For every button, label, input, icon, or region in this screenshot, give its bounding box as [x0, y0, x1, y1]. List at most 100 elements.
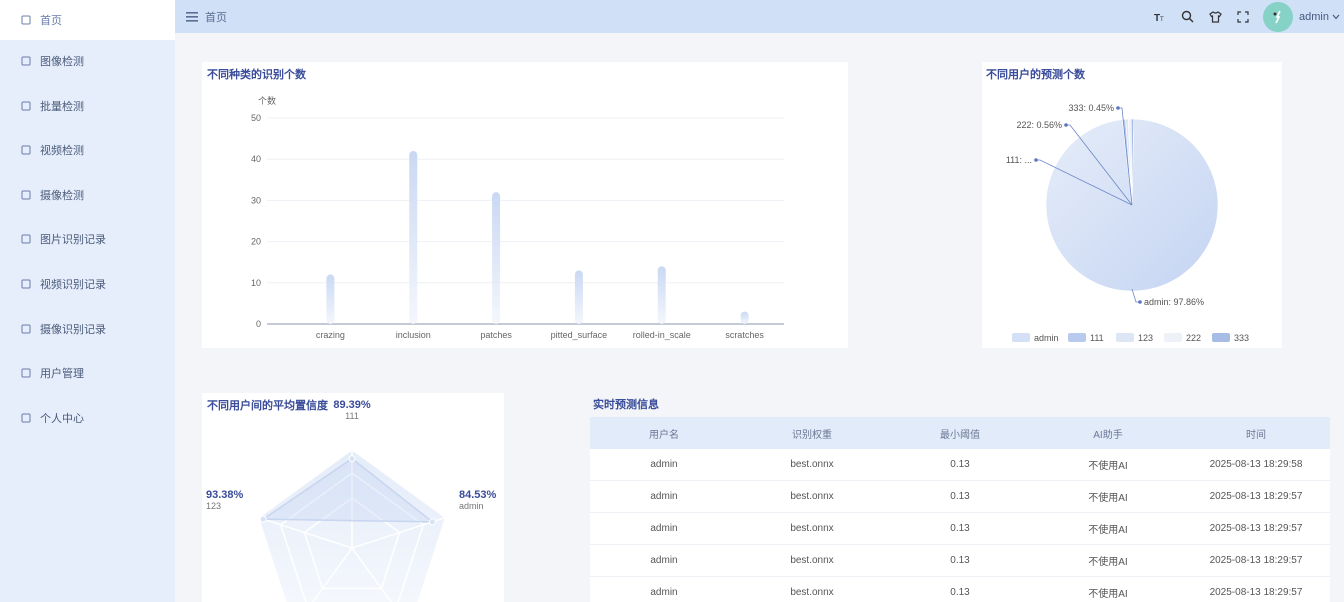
batch-icon — [20, 100, 32, 112]
table-header-cell[interactable]: 时间 — [1182, 426, 1330, 441]
table-cell: admin — [650, 459, 678, 470]
menu-toggle-icon[interactable] — [185, 10, 199, 24]
svg-text:T: T — [1160, 17, 1164, 23]
camera-record-icon — [20, 323, 32, 335]
sidebar-item-8[interactable]: 用户管理 — [0, 353, 175, 393]
legend-label[interactable]: 111 — [1090, 333, 1104, 343]
pie-leader-dot — [1138, 300, 1142, 304]
sidebar-item-label: 视频检测 — [40, 145, 84, 158]
sidebar-item-label: 用户管理 — [40, 368, 84, 381]
legend-swatch-333[interactable] — [1212, 333, 1230, 342]
bar-rolled-in_scale[interactable] — [657, 266, 666, 324]
y-tick-label: 40 — [251, 154, 261, 164]
sidebar-item-4[interactable]: 摄像检测 — [0, 175, 175, 215]
radar-point-123[interactable] — [259, 515, 267, 523]
table-cell: 0.13 — [950, 587, 970, 598]
avatar[interactable] — [1263, 1, 1294, 32]
pie-slice-label: 333: 0.45% — [1068, 103, 1114, 113]
radar-chart-card: 不同用户间的平均置信度 89.39% 111 93.38% 123 84.53%… — [202, 393, 504, 602]
sidebar-item-1[interactable]: 图像检测 — [0, 41, 175, 81]
table-cell: 0.13 — [950, 555, 970, 566]
table-cell: best.onnx — [790, 491, 834, 502]
legend-swatch-222[interactable] — [1164, 333, 1182, 342]
bar-patches[interactable] — [492, 192, 501, 324]
sidebar-item-7[interactable]: 摄像识别记录 — [0, 309, 175, 349]
bar-chart-card: 不同种类的识别个数 0 10 20 30 40 50 个数 crazing inclusion p… — [202, 62, 848, 348]
sidebar-item-label: 摄像识别记录 — [40, 323, 106, 336]
sidebar-item-label: 批量检测 — [40, 100, 84, 113]
bar-inclusion[interactable] — [409, 150, 418, 324]
table-cell: 0.13 — [950, 491, 970, 502]
radar-point-admin[interactable] — [428, 518, 436, 526]
legend-swatch-123[interactable] — [1116, 333, 1134, 342]
sidebar-item-label: 摄像检测 — [40, 189, 84, 202]
legend-swatch-111[interactable] — [1068, 333, 1086, 342]
table-row[interactable]: admin best.onnx 0.13 不使用AI 2025-08-13 18:29:… — [590, 449, 1330, 481]
radar-label-admin: 84.53% admin — [459, 489, 497, 511]
table-row[interactable]: admin best.onnx 0.13 不使用AI 2025-08-13 18:29:… — [590, 513, 1330, 545]
fullscreen-icon[interactable] — [1229, 3, 1257, 31]
x-tick-label: rolled-in_scale — [633, 330, 691, 340]
pie-leader-dot — [1116, 106, 1120, 110]
pie-chart-card: 不同用户的预测个数 admin: 97.86% 111: ... 222: 0.56… — [982, 62, 1282, 348]
table-cell: admin — [650, 491, 678, 502]
x-tick-label: inclusion — [396, 330, 431, 340]
sidebar-item-0[interactable]: 首页 — [0, 0, 175, 40]
home-icon — [20, 14, 32, 26]
camera-icon — [20, 189, 32, 201]
sidebar-item-2[interactable]: 批量检测 — [0, 86, 175, 126]
legend-label[interactable]: 123 — [1138, 333, 1153, 343]
bar-scratches[interactable] — [740, 311, 749, 324]
table-header-cell[interactable]: AI助手 — [1034, 426, 1182, 441]
table-cell: 不使用AI — [1088, 557, 1128, 568]
table-title: 实时预测信息 — [593, 399, 659, 411]
header-tools: TT admin — [1145, 0, 1344, 33]
legend-label[interactable]: admin — [1034, 333, 1059, 343]
search-icon[interactable] — [1173, 3, 1201, 31]
legend-label[interactable]: 222 — [1186, 333, 1201, 343]
table-cell: best.onnx — [790, 555, 834, 566]
sidebar-item-6[interactable]: 视频识别记录 — [0, 264, 175, 304]
table-cell: best.onnx — [790, 587, 834, 598]
table-cell: 不使用AI — [1088, 589, 1128, 600]
radar-point-111[interactable] — [348, 455, 356, 463]
table-cell: best.onnx — [790, 459, 834, 470]
x-tick-label: crazing — [316, 330, 345, 340]
x-tick-label: patches — [480, 330, 512, 340]
profile-icon — [20, 412, 32, 424]
sidebar-item-9[interactable]: 个人中心 — [0, 398, 175, 438]
chevron-down-icon — [1332, 14, 1340, 19]
legend-label[interactable]: 333 — [1234, 333, 1249, 343]
table-cell: 0.13 — [950, 523, 970, 534]
table-cell: admin — [650, 555, 678, 566]
user-menu[interactable]: admin — [1299, 11, 1344, 23]
record-icon — [20, 233, 32, 245]
x-tick-label: scratches — [725, 330, 764, 340]
table-header-cell[interactable]: 用户名 — [590, 426, 738, 441]
font-size-icon[interactable]: TT — [1145, 3, 1173, 31]
table-cell: admin — [650, 523, 678, 534]
table-header-cell[interactable]: 最小阈值 — [886, 426, 1034, 441]
sidebar: 首页 图像检测批量检测视频检测摄像检测图片识别记录 视频识别记录摄像识别记录 用户管理… — [0, 0, 175, 602]
table-row[interactable]: admin best.onnx 0.13 不使用AI 2025-08-13 18:29:… — [590, 481, 1330, 513]
user-icon — [20, 367, 32, 379]
bar-pitted_surface[interactable] — [574, 270, 583, 324]
sidebar-item-5[interactable]: 图片识别记录 — [0, 219, 175, 259]
table-cell: 2025-08-13 18:29:57 — [1209, 523, 1303, 534]
table-row[interactable]: admin best.onnx 0.13 不使用AI 2025-08-13 18:29:… — [590, 577, 1330, 602]
table-cell: 2025-08-13 18:29:57 — [1209, 491, 1303, 502]
bar-crazing[interactable] — [326, 274, 335, 324]
table-header-cell[interactable]: 识别权重 — [738, 426, 886, 441]
sidebar-item-3[interactable]: 视频检测 — [0, 130, 175, 170]
radar-chart-title: 不同用户间的平均置信度 — [207, 400, 328, 412]
pie-leader-dot — [1064, 123, 1068, 127]
username: admin — [1299, 10, 1329, 23]
table-header-row: 用户名 识别权重 最小阈值 AI助手 时间 — [590, 417, 1330, 449]
theme-shirt-icon[interactable] — [1201, 3, 1229, 31]
table-row[interactable]: admin best.onnx 0.13 不使用AI 2025-08-13 18:29:… — [590, 545, 1330, 577]
table-cell: 2025-08-13 18:29:57 — [1209, 587, 1303, 598]
video-icon — [20, 144, 32, 156]
breadcrumb[interactable]: 首页 — [205, 9, 227, 25]
legend-swatch-admin[interactable] — [1012, 333, 1030, 342]
realtime-table: 用户名 识别权重 最小阈值 AI助手 时间 admin best.onnx 0.13 不使用AI… — [590, 417, 1330, 602]
